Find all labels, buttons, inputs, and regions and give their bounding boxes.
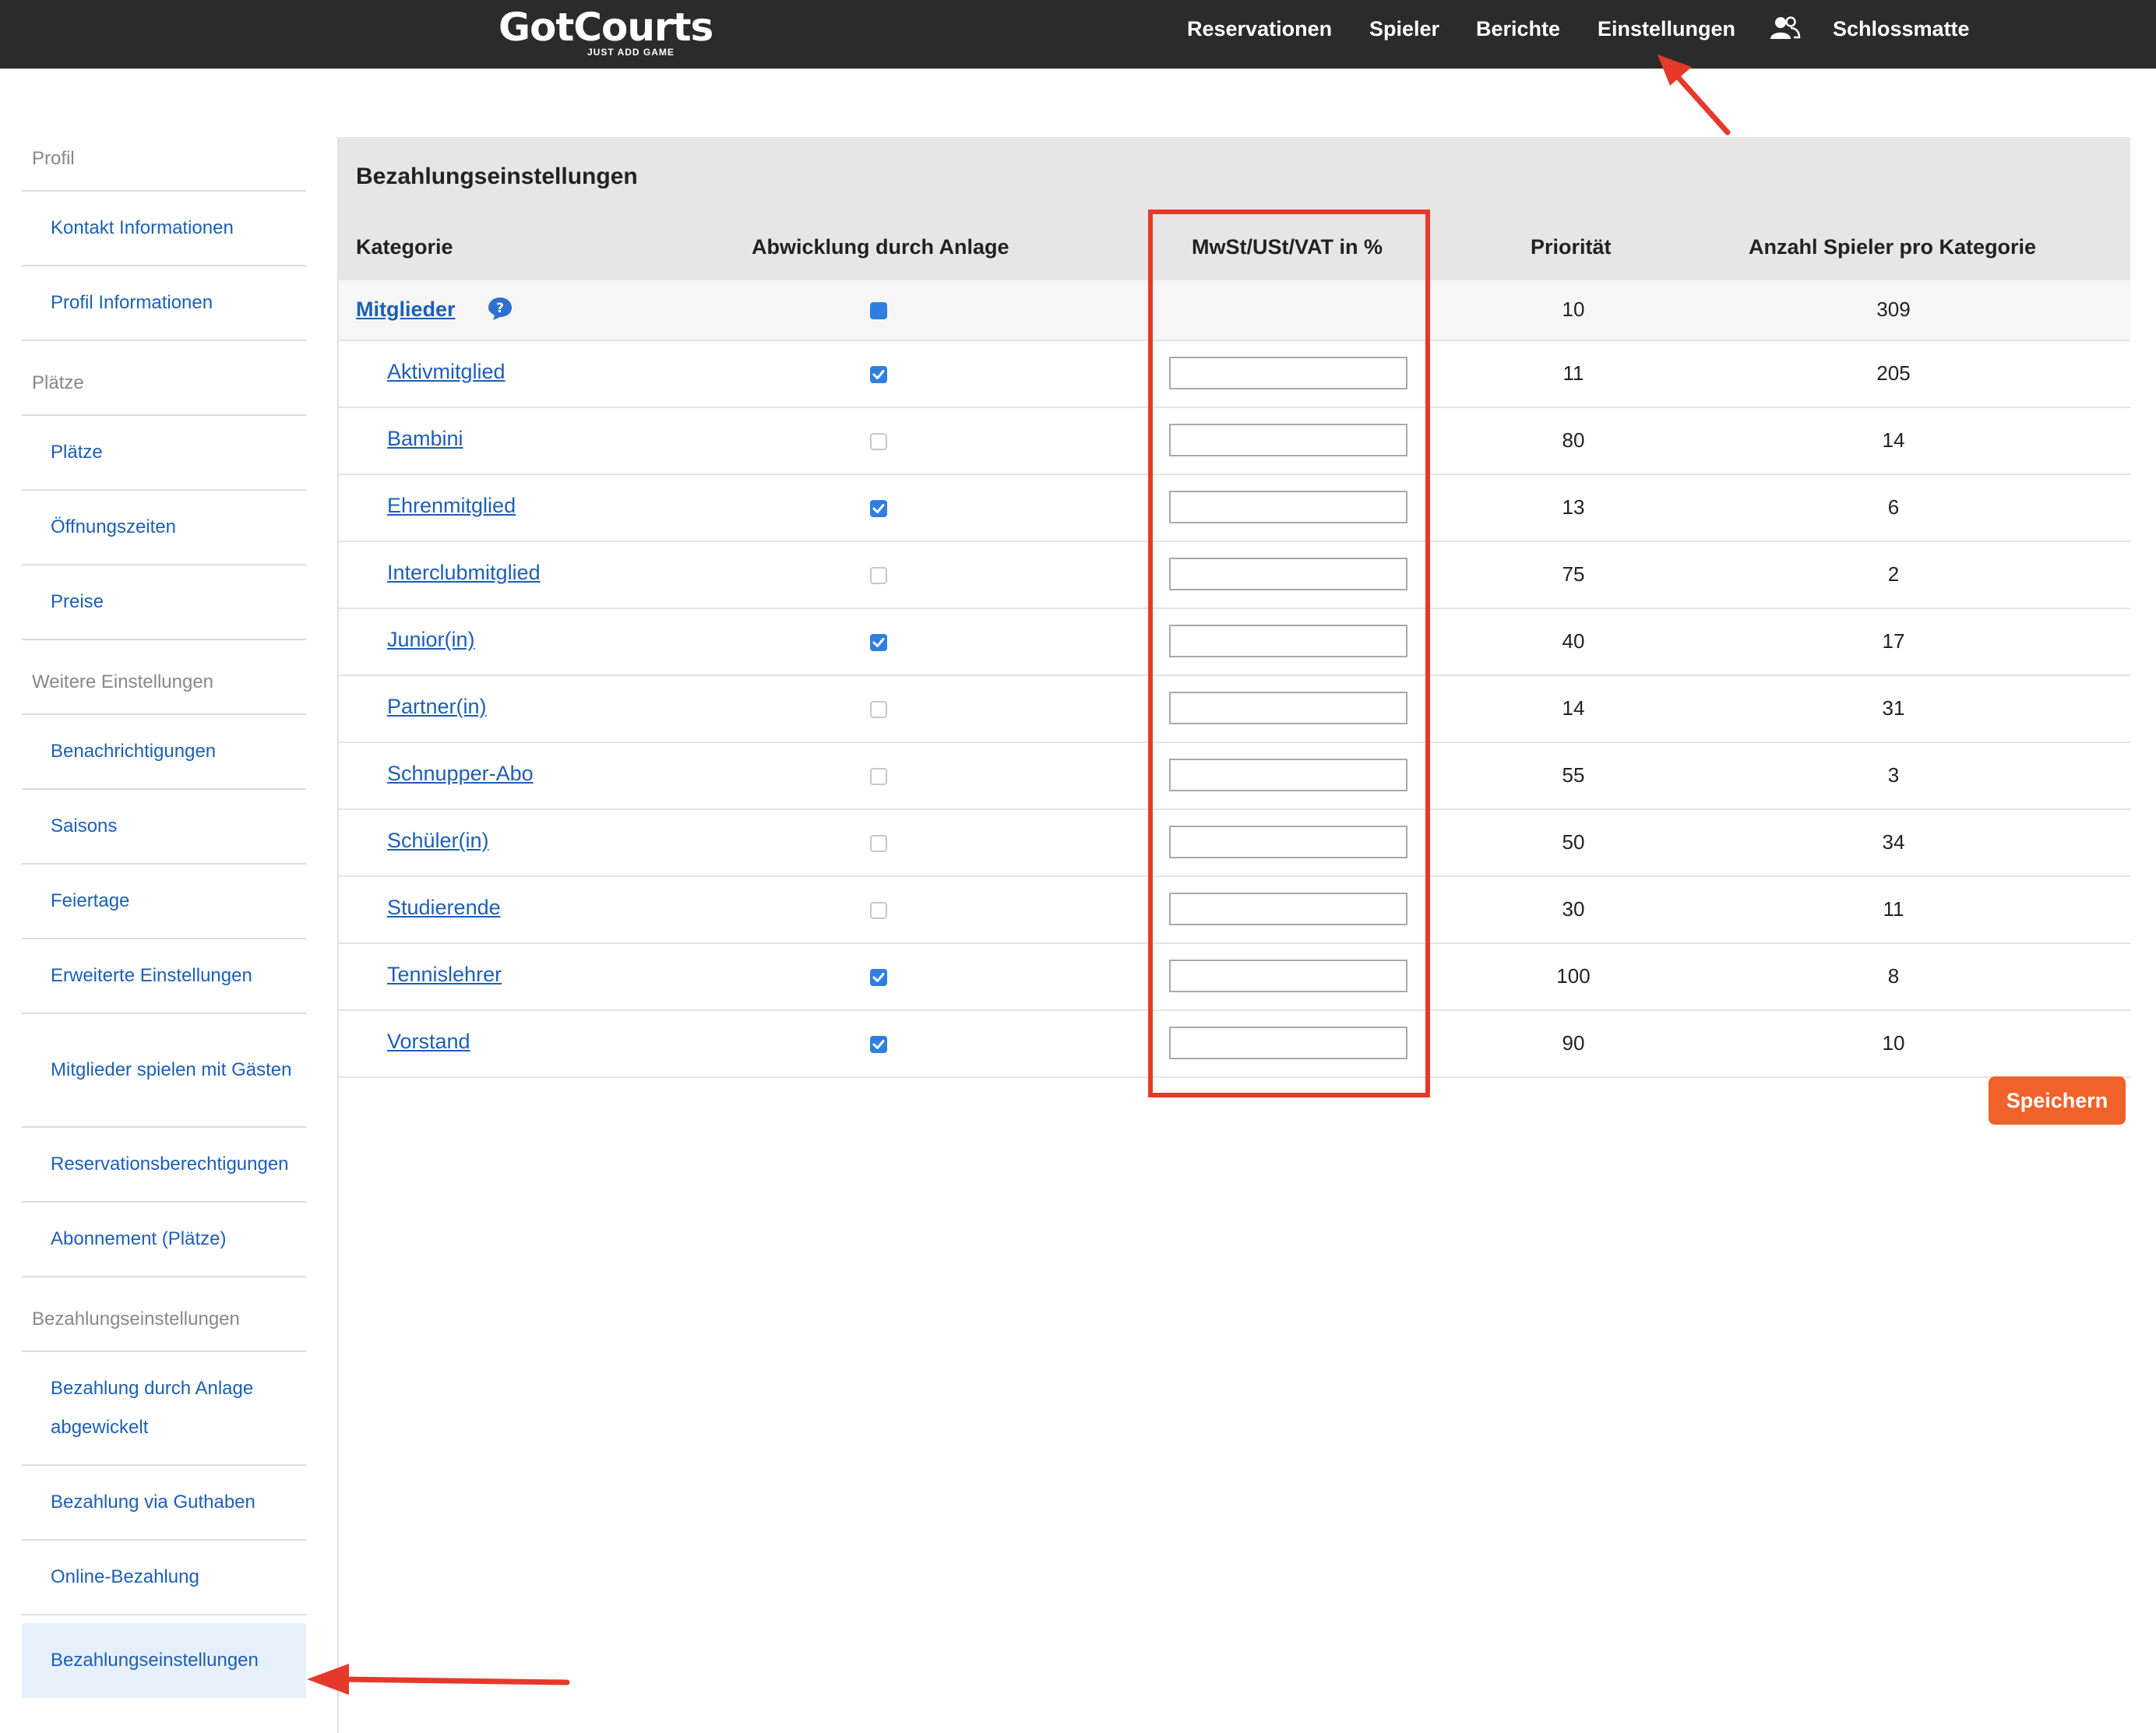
column-header-anzahl-spieler: Anzahl Spieler pro Kategorie	[1749, 235, 2037, 259]
arrow-to-sidebar-item-icon	[307, 1664, 570, 1695]
player-count-value: 11	[1883, 897, 1904, 921]
checkbox-handled[interactable]	[870, 1036, 887, 1053]
sidebar-item-mitglieder-spielen-mit-gaesten[interactable]: Mitglieder spielen mit Gästen	[22, 1014, 306, 1128]
page-title: Bezahlungseinstellungen	[356, 164, 638, 189]
gotcourts-logo[interactable]: GotCourts JUST ADD GAME	[498, 5, 713, 64]
sidebar-section-weitere-einstellungen: Weitere Einstellungen	[22, 640, 306, 715]
sidebar-section-plaetze: Plätze	[22, 341, 306, 416]
checkmark-icon	[872, 973, 885, 982]
checkmark-icon	[872, 1040, 885, 1049]
player-count-value: 14	[1882, 428, 1905, 452]
player-count-value: 2	[1887, 562, 1900, 586]
priority-parent: 10	[1562, 298, 1585, 321]
category-link[interactable]: Aktivmitglied	[387, 360, 506, 384]
player-count-value: 3	[1887, 763, 1900, 787]
sidebar-item-erweiterte-einstellungen[interactable]: Erweiterte Einstellungen	[22, 939, 306, 1014]
category-link[interactable]: Bambini	[387, 427, 463, 451]
priority-value: 90	[1562, 1031, 1585, 1055]
priority-value: 40	[1562, 629, 1585, 653]
sidebar-item-plaetze[interactable]: Plätze	[22, 416, 306, 491]
help-bubble-icon[interactable]: ?	[487, 296, 513, 321]
category-link[interactable]: Studierende	[387, 896, 501, 920]
priority-value: 14	[1562, 696, 1585, 720]
column-header-kategorie: Kategorie	[356, 235, 453, 259]
svg-text:?: ?	[496, 301, 504, 316]
category-link[interactable]: Schnupper-Abo	[387, 762, 534, 786]
sidebar-item-reservationsberechtigungen[interactable]: Reservationsberechtigungen	[22, 1128, 306, 1203]
priority-value: 100	[1556, 964, 1591, 988]
category-link[interactable]: Junior(in)	[387, 628, 475, 652]
sidebar-section-profil: Profil	[22, 117, 306, 192]
sidebar-item-feiertage[interactable]: Feiertage	[22, 865, 306, 939]
nav-einstellungen[interactable]: Einstellungen	[1598, 17, 1735, 41]
checkmark-icon	[872, 504, 885, 513]
count-parent: 309	[1876, 298, 1911, 321]
nav-berichte[interactable]: Berichte	[1476, 17, 1560, 41]
priority-value: 80	[1562, 428, 1585, 452]
sidebar-item-online-bezahlung[interactable]: Online-Bezahlung	[22, 1541, 306, 1615]
column-header-abwicklung: Abwicklung durch Anlage	[752, 235, 1009, 259]
vat-column-highlight-box	[1148, 210, 1430, 1097]
player-count-value: 10	[1882, 1031, 1905, 1055]
category-link[interactable]: Interclubmitglied	[387, 561, 541, 585]
player-count-value: 6	[1887, 495, 1900, 519]
checkbox-handled[interactable]	[870, 500, 887, 517]
sidebar-item-bezahlung-durch-anlage[interactable]: Bezahlung durch Anlage abgewickelt	[22, 1352, 306, 1466]
checkbox-handled[interactable]	[870, 701, 887, 718]
category-link[interactable]: Schüler(in)	[387, 829, 489, 853]
priority-value: 75	[1562, 562, 1585, 586]
checkbox-handled[interactable]	[870, 768, 887, 785]
player-count-value: 17	[1882, 629, 1905, 653]
category-link-mitglieder[interactable]: Mitglieder	[356, 298, 456, 322]
player-count-value: 31	[1882, 696, 1905, 720]
arrow-to-einstellungen-icon	[1658, 55, 1731, 136]
checkbox-handled[interactable]	[870, 366, 887, 383]
save-button[interactable]: Speichern	[1989, 1076, 2126, 1125]
priority-value: 55	[1562, 763, 1585, 787]
club-name[interactable]: Schlossmatte	[1833, 17, 1970, 41]
checkbox-handled[interactable]	[870, 902, 887, 919]
checkbox-handled[interactable]	[870, 835, 887, 852]
category-link[interactable]: Tennislehrer	[387, 963, 502, 987]
sidebar-item-preise[interactable]: Preise	[22, 565, 306, 640]
checkmark-icon	[872, 370, 885, 379]
sidebar-item-saisons[interactable]: Saisons	[22, 790, 306, 865]
sidebar-item-bezahlung-via-guthaben[interactable]: Bezahlung via Guthaben	[22, 1466, 306, 1541]
checkbox-handled[interactable]	[870, 634, 887, 651]
sidebar-item-kontakt-informationen[interactable]: Kontakt Informationen	[22, 192, 306, 266]
sidebar-item-bezahlungseinstellungen-active[interactable]: Bezahlungseinstellungen	[22, 1623, 306, 1698]
priority-value: 30	[1562, 897, 1585, 921]
category-link[interactable]: Partner(in)	[387, 695, 487, 719]
nav-spieler[interactable]: Spieler	[1369, 17, 1439, 41]
settings-sidebar: Profil Kontakt Informationen Profil Info…	[22, 117, 306, 1698]
checkmark-icon	[872, 638, 885, 647]
category-link[interactable]: Vorstand	[387, 1030, 470, 1054]
player-count-value: 205	[1876, 361, 1911, 385]
column-header-prioritaet: Priorität	[1531, 235, 1612, 259]
users-icon[interactable]	[1770, 16, 1801, 41]
sidebar-section-bezahlungseinstellungen: Bezahlungseinstellungen	[22, 1277, 306, 1352]
priority-value: 11	[1562, 361, 1584, 385]
checkbox-handled[interactable]	[870, 969, 887, 986]
player-count-value: 8	[1887, 964, 1900, 988]
top-navigation-bar: GotCourts JUST ADD GAME Reservationen Sp…	[0, 0, 2156, 69]
sidebar-item-profil-informationen[interactable]: Profil Informationen	[22, 266, 306, 341]
logo-tagline: JUST ADD GAME	[587, 47, 675, 58]
checkbox-handled[interactable]	[870, 433, 887, 450]
checkbox-parent-handled[interactable]	[870, 302, 887, 319]
priority-value: 50	[1562, 830, 1585, 854]
sidebar-item-abonnement-plaetze[interactable]: Abonnement (Plätze)	[22, 1203, 306, 1277]
category-link[interactable]: Ehrenmitglied	[387, 494, 516, 518]
nav-reservationen[interactable]: Reservationen	[1187, 17, 1332, 41]
sidebar-item-oeffnungszeiten[interactable]: Öffnungszeiten	[22, 491, 306, 565]
logo-wordmark: GotCourts	[498, 5, 713, 50]
checkbox-handled[interactable]	[870, 567, 887, 584]
sidebar-item-benachrichtigungen[interactable]: Benachrichtigungen	[22, 715, 306, 790]
priority-value: 13	[1562, 495, 1585, 519]
player-count-value: 34	[1882, 830, 1905, 854]
